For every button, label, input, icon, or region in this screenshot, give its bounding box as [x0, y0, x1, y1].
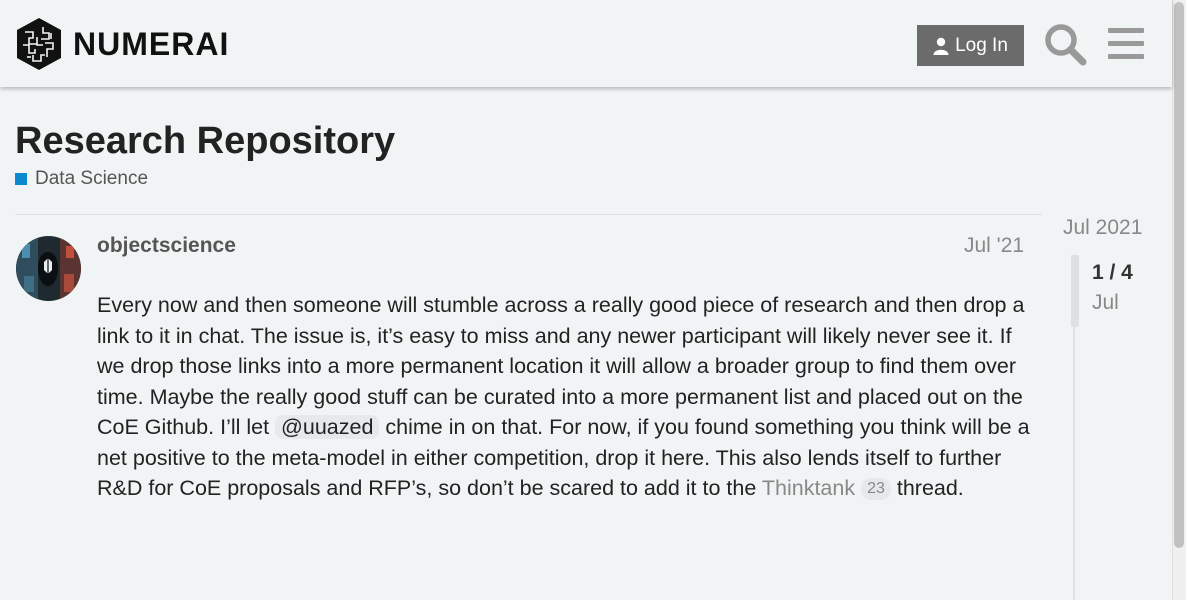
login-label: Log In: [955, 34, 1008, 56]
numerai-logo-mark: [17, 18, 61, 70]
link-click-count: 23: [861, 478, 891, 500]
user-mention[interactable]: @uuazed: [275, 415, 380, 439]
scrollbar-thumb[interactable]: [1174, 2, 1184, 548]
numerai-logo[interactable]: NUMERAI: [15, 17, 229, 71]
category-link[interactable]: Data Science: [15, 168, 148, 190]
post-text-part-3: thread.: [890, 476, 964, 500]
site-header: NUMERAI Log In: [0, 0, 1172, 87]
post-body: Every now and then someone will stumble …: [97, 290, 1032, 504]
timeline-scroller-handle[interactable]: [1071, 255, 1079, 327]
login-button[interactable]: Log In: [917, 25, 1024, 66]
user-icon: [933, 37, 949, 55]
topic-title[interactable]: Research Repository: [15, 120, 395, 163]
post-date[interactable]: Jul '21: [964, 234, 1024, 258]
hamburger-menu-icon: [1108, 28, 1144, 59]
search-button[interactable]: [1043, 22, 1087, 66]
thinktank-link[interactable]: Thinktank: [762, 476, 855, 500]
avatar[interactable]: [16, 236, 81, 301]
category-label: Data Science: [35, 168, 149, 189]
avatar-image: [16, 236, 81, 301]
timeline-start-date[interactable]: Jul 2021: [1063, 216, 1142, 240]
search-icon: [1045, 24, 1087, 66]
timeline-month: Jul: [1092, 291, 1119, 314]
category-color-badge: [15, 173, 27, 185]
logo-text: NUMERAI: [73, 25, 230, 62]
post-username[interactable]: objectscience: [97, 234, 236, 258]
topic-divider: [15, 214, 1042, 215]
timeline-post-position: 1 / 4: [1092, 261, 1133, 284]
menu-button[interactable]: [1106, 24, 1146, 64]
